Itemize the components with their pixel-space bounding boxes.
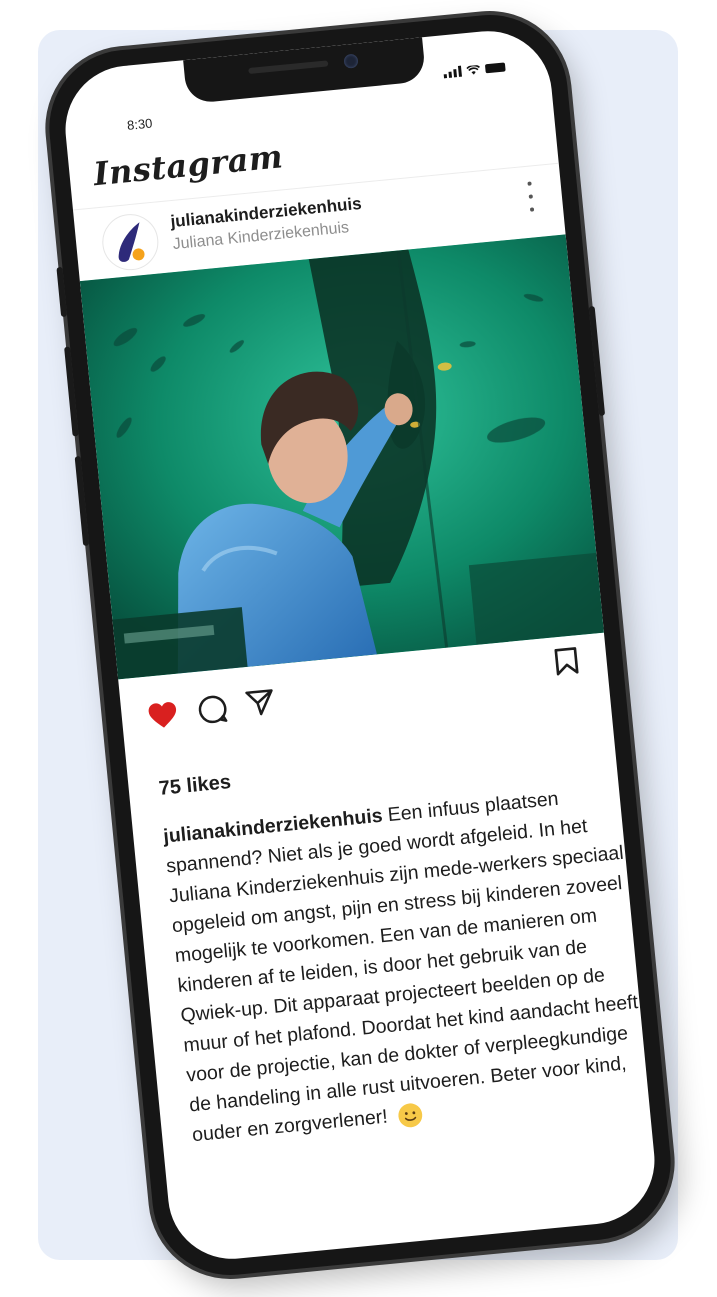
post-caption: julianakinderziekenhuis Een infuus plaat… [162,778,652,1151]
front-camera [343,53,359,69]
post-image[interactable] [79,234,604,680]
juliana-logo-icon [118,222,145,262]
signal-icon [443,65,462,79]
wifi-icon [466,64,480,75]
status-time: 8:30 [126,115,154,133]
caption-text: Een infuus plaatsen spannend? Niet als j… [165,787,639,1147]
smiley-icon [398,1103,422,1128]
instagram-logo[interactable]: Instagram [92,137,285,193]
more-vertical-icon[interactable] [524,181,537,212]
volume-button [56,266,68,318]
volume-button [74,455,90,547]
bookmark-icon[interactable] [553,645,580,677]
battery-icon [484,62,506,74]
likes-count[interactable]: 75 likes [158,771,232,801]
heart-icon[interactable] [147,700,180,731]
speaker-grille [248,60,329,75]
send-icon[interactable] [244,686,277,719]
avatar[interactable] [99,211,161,273]
volume-button [64,346,79,437]
status-icons [443,61,506,79]
power-button [588,305,606,417]
comment-icon[interactable] [196,693,229,726]
phone-mockup: 8:30 Instagram julianakinderziekenhuis J… [0,0,717,1297]
phone-screen: 8:30 Instagram julianakinderziekenhuis J… [59,25,661,1265]
aquarium-photo [79,234,604,680]
phone-frame: 8:30 Instagram julianakinderziekenhuis J… [42,7,678,1283]
